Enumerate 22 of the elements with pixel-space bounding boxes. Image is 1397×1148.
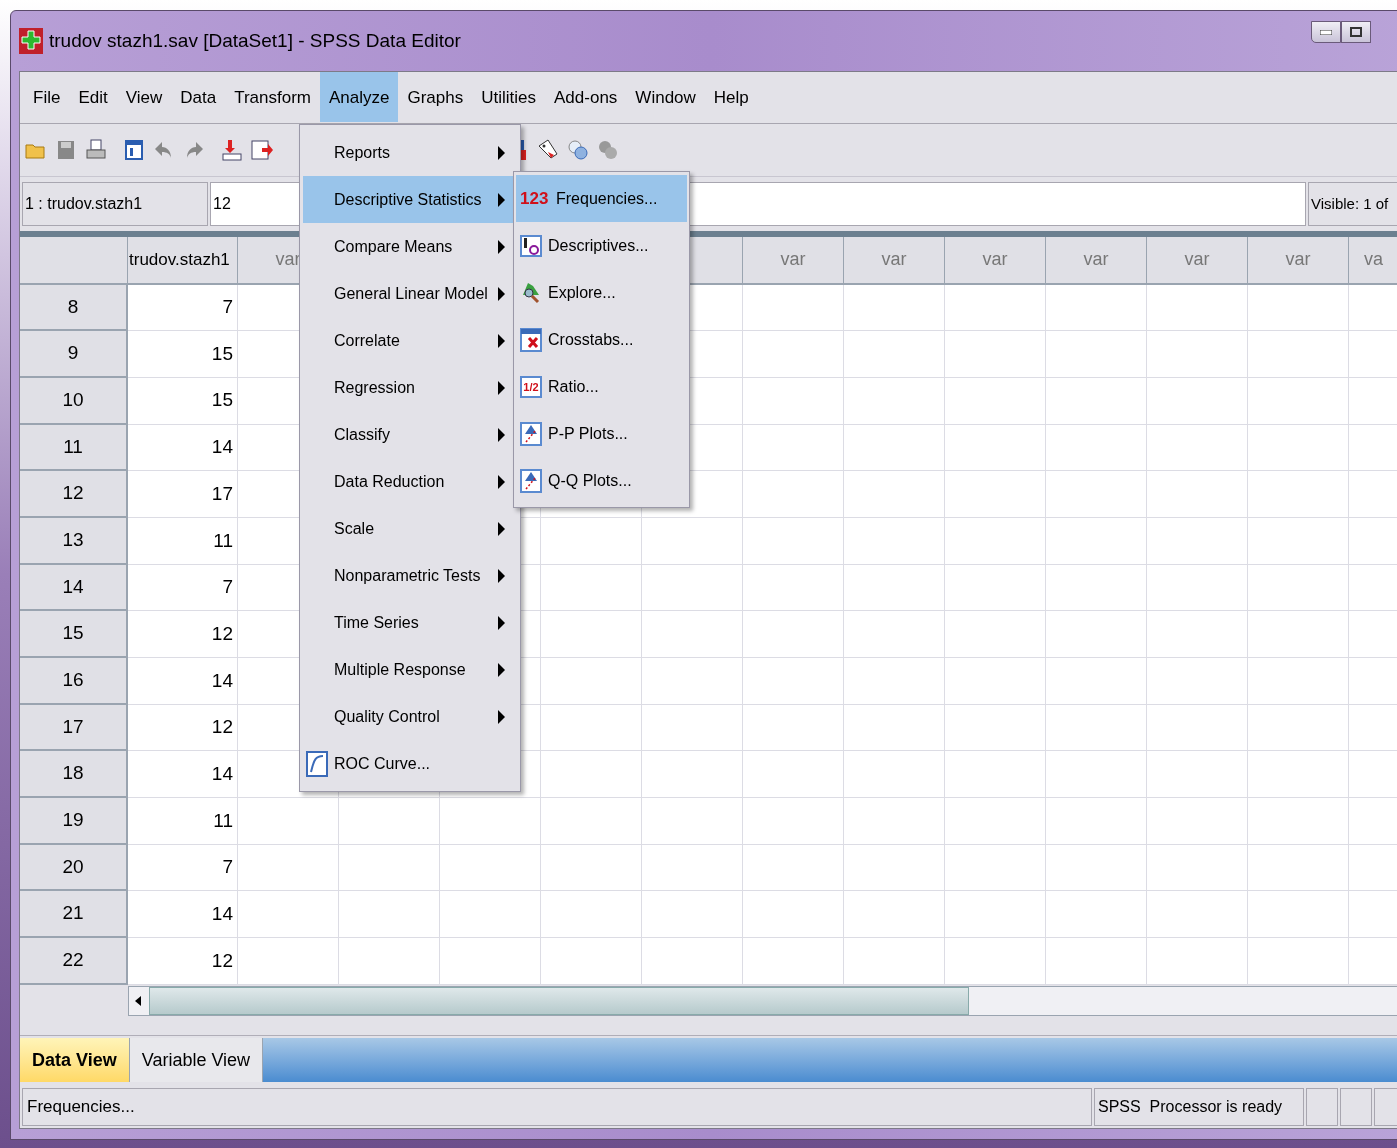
table-cell: 14 <box>128 657 238 705</box>
processor-status: SPSS Processor is ready <box>1094 1088 1304 1127</box>
table-cell: 12 <box>128 704 238 752</box>
table-cell: 11 <box>128 797 238 845</box>
cell-reference: 1 : trudov.stazh1 <box>22 182 208 227</box>
frequencies-icon: 123 <box>520 186 550 211</box>
ratio-icon: 1/2 <box>520 375 542 398</box>
table-cell: 15 <box>128 331 238 378</box>
table-cell: 11 <box>128 517 238 565</box>
table-cell: 17 <box>128 471 238 518</box>
table-cell: 7 <box>128 844 238 892</box>
table-cell: 12 <box>128 611 238 658</box>
visible-count: Visible: 1 of <box>1308 182 1397 227</box>
table-cell: 15 <box>128 377 238 425</box>
table-cell: 12 <box>128 937 238 985</box>
status-message: Frequencies... <box>22 1088 1092 1127</box>
window-title: trudov stazh1.sav [DataSet1] - SPSS Data Editor <box>49 28 461 53</box>
table-cell: 7 <box>128 284 238 332</box>
table-cell: 7 <box>128 564 238 612</box>
table-cell: 14 <box>128 891 238 938</box>
table-cell: 14 <box>128 424 238 472</box>
table-cell: 14 <box>128 751 238 798</box>
